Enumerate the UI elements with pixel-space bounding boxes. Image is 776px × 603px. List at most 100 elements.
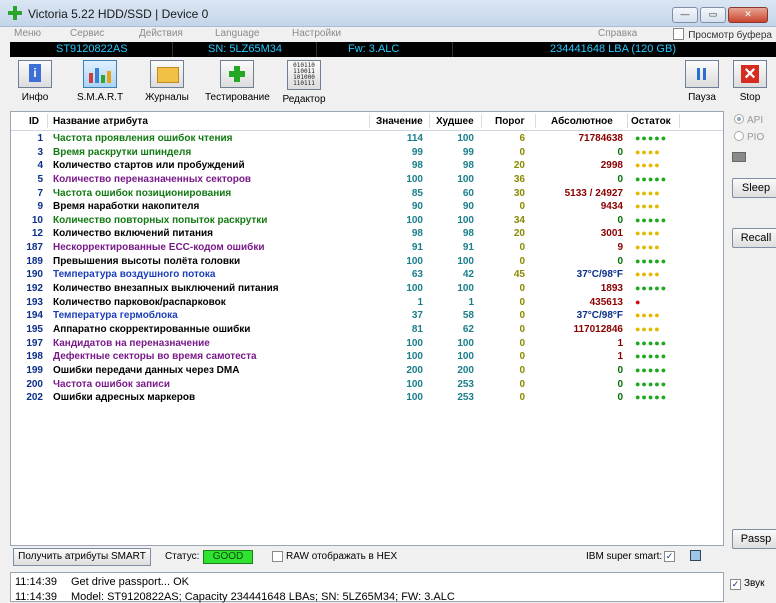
api-radio[interactable]: API — [734, 114, 763, 126]
col-raw[interactable]: Абсолютное — [551, 116, 613, 127]
attr-id: 193 — [26, 296, 43, 308]
table-row[interactable]: 4 Количество стартов или пробуждений 98 98 2… — [11, 159, 723, 173]
attr-raw: 117012846 — [573, 323, 623, 335]
stop-label: Stop — [739, 92, 761, 103]
pio-radio-label: PIO — [747, 132, 765, 143]
options-icon[interactable] — [690, 550, 701, 561]
table-row[interactable]: 195 Аппаратно скорректированные ошибки 81 6… — [11, 323, 723, 337]
attr-value: 85 — [411, 187, 423, 199]
drive-info-bar: ST9120822AS SN: 5LZ65M34 Fw: 3.ALC 23444… — [10, 42, 776, 57]
table-row[interactable]: 194 Температура гермоблока 37 58 0 37°C/98°F ●… — [11, 309, 723, 323]
table-row[interactable]: 200 Частота ошибок записи 100 253 0 0 ●●●●● — [11, 378, 723, 392]
attr-worst: 91 — [462, 242, 474, 254]
passp-button[interactable]: Passp — [732, 529, 776, 549]
sound-label: Звук — [744, 578, 765, 589]
table-row[interactable]: 198 Дефектные секторы во время самотеста 1… — [11, 350, 723, 364]
attr-raw: 435613 — [589, 296, 623, 308]
col-remain[interactable]: Остаток — [631, 116, 671, 127]
attr-value: 81 — [411, 323, 423, 335]
table-row[interactable]: 202 Ошибки адресных маркеров 100 253 0 0 ●●●●● — [11, 391, 723, 405]
maximize-button[interactable]: ▭ — [700, 7, 726, 23]
minimize-button[interactable]: — — [672, 7, 698, 23]
victoria-app-icon — [8, 6, 22, 20]
table-row[interactable]: 199 Ошибки передачи данных через DMA 200 20… — [11, 364, 723, 378]
drive-model: ST9120822AS — [56, 43, 128, 55]
attr-name: Кандидатов на переназначение — [53, 337, 210, 349]
attr-health-dots: ●●●●● — [635, 173, 668, 184]
attr-raw: 9 — [617, 242, 623, 254]
attr-value: 100 — [406, 255, 423, 267]
close-window-button[interactable]: ✕ — [728, 7, 768, 23]
smart-button[interactable]: S.M.A.R.T — [68, 60, 132, 106]
table-row[interactable]: 3 Время раскрутки шпинделя 99 99 0 0 ●●●● — [11, 146, 723, 160]
sleep-button[interactable]: Sleep — [732, 178, 776, 198]
attr-worst: 100 — [457, 214, 474, 226]
attr-id: 189 — [26, 255, 43, 267]
attr-worst: 42 — [462, 269, 474, 281]
attr-name: Время раскрутки шпинделя — [53, 146, 192, 158]
attr-raw: 0 — [617, 364, 623, 376]
recall-button[interactable]: Recall — [732, 228, 776, 248]
menu-help[interactable]: Справка — [598, 28, 637, 39]
attr-raw: 0 — [617, 173, 623, 185]
table-row[interactable]: 1 Частота проявления ошибок чтения 114 100 6… — [11, 132, 723, 146]
attr-id: 9 — [37, 201, 43, 213]
attr-health-dots: ●●●● — [635, 187, 661, 198]
attr-raw: 0 — [617, 378, 623, 390]
attr-name: Время наработки накопителя — [53, 201, 200, 213]
table-row[interactable]: 193 Количество парковок/распарковок 1 1 0 435… — [11, 296, 723, 310]
attr-worst: 98 — [462, 160, 474, 172]
table-row[interactable]: 187 Нескорректированные ECC-кодом ошибки 9… — [11, 241, 723, 255]
stop-button[interactable]: Stop — [723, 60, 776, 106]
pio-radio[interactable]: PIO — [734, 131, 764, 143]
logs-button[interactable]: Журналы — [135, 60, 199, 106]
menu-main[interactable]: Меню — [14, 28, 41, 39]
attr-raw: 1 — [617, 337, 623, 349]
raw-hex-checkbox[interactable] — [272, 551, 283, 562]
table-row[interactable]: 190 Температура воздушного потока 63 42 45 37… — [11, 268, 723, 282]
status-label: Статус: — [165, 551, 200, 562]
attr-value: 114 — [406, 133, 423, 144]
attr-raw: 0 — [617, 146, 623, 158]
col-id[interactable]: ID — [29, 116, 39, 127]
get-smart-button[interactable]: Получить атрибуты SMART — [13, 548, 151, 566]
column-divider — [627, 114, 628, 128]
attr-raw: 37°C/98°F — [576, 310, 623, 322]
test-button[interactable]: Тестирование — [205, 60, 270, 106]
attr-id: 194 — [26, 310, 43, 322]
table-row[interactable]: 197 Кандидатов на переназначение 100 100 0 1 ●… — [11, 337, 723, 351]
info-button[interactable]: Инфо — [3, 60, 67, 106]
table-row[interactable]: 9 Время наработки накопителя 90 90 0 9434 ●●●● — [11, 200, 723, 214]
menu-view-buffer[interactable]: Просмотр буфера — [673, 28, 772, 41]
table-row[interactable]: 189 Превышения высоты полёта головки 100 10… — [11, 255, 723, 269]
col-threshold[interactable]: Порог — [495, 116, 525, 127]
menu-settings[interactable]: Настройки — [292, 28, 341, 39]
attr-health-dots: ●●●●● — [635, 133, 668, 143]
attr-id: 10 — [31, 214, 43, 226]
column-divider — [535, 114, 536, 128]
table-row[interactable]: 7 Частота ошибок позиционирования 85 60 30 51… — [11, 187, 723, 201]
attr-worst: 100 — [457, 255, 474, 267]
col-worst[interactable]: Худшее — [436, 116, 474, 127]
table-row[interactable]: 192 Количество внезапных выключений питан… — [11, 282, 723, 296]
table-row[interactable]: 10 Количество повторных попыток раскрутки… — [11, 214, 723, 228]
menu-actions[interactable]: Действия — [139, 28, 183, 39]
attr-name: Частота ошибок позиционирования — [53, 187, 232, 199]
col-value[interactable]: Значение — [376, 116, 423, 127]
sound-checkbox[interactable]: ✓ — [730, 579, 741, 590]
log-text: Get drive passport... OK — [71, 576, 189, 588]
status-badge: GOOD — [203, 550, 253, 564]
ibm-super-smart-checkbox[interactable]: ✓ — [664, 551, 675, 562]
menu-service[interactable]: Сервис — [70, 28, 104, 39]
attr-name: Количество внезапных выключений питания — [53, 283, 279, 295]
table-row[interactable]: 12 Количество включений питания 98 98 20 3001… — [11, 227, 723, 241]
attr-worst: 99 — [462, 146, 474, 158]
editor-button[interactable]: 010110 110011 101000 110111 Редактор — [272, 60, 336, 106]
col-name[interactable]: Название атрибута — [53, 116, 148, 127]
attr-value: 98 — [411, 160, 423, 172]
menu-language[interactable]: Language — [215, 28, 260, 39]
sound-toggle[interactable]: ✓ Звук — [730, 578, 765, 590]
smart-chart-icon — [83, 60, 117, 88]
table-row[interactable]: 5 Количество переназначенных секторов 100 1… — [11, 173, 723, 187]
drive-capacity: 234441648 LBA (120 GB) — [550, 43, 676, 55]
